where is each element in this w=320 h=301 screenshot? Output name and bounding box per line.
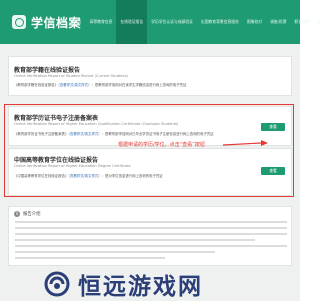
instruction-callout: 根据申请的学历/学位，点击“查看”按钮 [118, 142, 205, 148]
nav-item[interactable]: 出国教育背景信息服务 [197, 0, 243, 44]
arrow-icon [223, 140, 268, 146]
text-line [15, 245, 287, 247]
nav-item[interactable]: 首页 [70, 0, 86, 44]
report-intro-header: i 报告介绍 [14, 211, 41, 217]
text-line [15, 257, 165, 259]
nav-item[interactable]: 调查/投票 [266, 0, 290, 44]
text-line [15, 227, 287, 229]
main-nav: 首页 高等教育信息 在线验证报告 学历学位认证与成绩验证 出国教育背景信息服务 图像校对调… [70, 0, 320, 44]
watermark-text: 恒远游戏网 [78, 274, 203, 300]
nav-item[interactable]: 学历学位认证与成绩验证 [147, 0, 197, 44]
nav-item[interactable]: 就业 [314, 0, 320, 44]
report-intro-title: 报告介绍 [23, 212, 41, 217]
sample-link[interactable]: 查看样式/英文样式 [60, 83, 88, 87]
card-student-record: 教育部学籍在线验证报告 Online Verification Report o… [8, 56, 292, 96]
watermark-logo-icon [44, 271, 70, 297]
nav-item[interactable]: 在线验证报告 [116, 0, 148, 44]
top-bar: 学信档案 首页 高等教育信息 在线验证报告 学历学位认证与成绩验证 出国教育背景信息服务… [0, 0, 320, 44]
report-intro-panel: i 报告介绍 [8, 206, 292, 266]
nav-item[interactable]: 图像校对 [243, 0, 266, 44]
text-line [15, 251, 215, 253]
card-title: 教育部学籍在线验证报告 [14, 67, 81, 74]
nav-item[interactable]: 职业测评 [291, 0, 314, 44]
watermark: 恒远游戏网 [44, 269, 274, 300]
card-description: 《教育部学籍在线验证报告》（查看样式/英文样式）：是教育部学信网对在读学生学籍信… [14, 83, 187, 87]
text-line [15, 239, 255, 241]
card-subtitle: Online Verification Report of Student Re… [14, 74, 129, 78]
highlight-box [4, 104, 294, 197]
nav-item[interactable]: 高等教育信息 [86, 0, 117, 44]
logo-icon [12, 15, 26, 29]
text-line [15, 233, 287, 235]
text-line [15, 221, 287, 223]
info-icon: i [14, 211, 20, 217]
